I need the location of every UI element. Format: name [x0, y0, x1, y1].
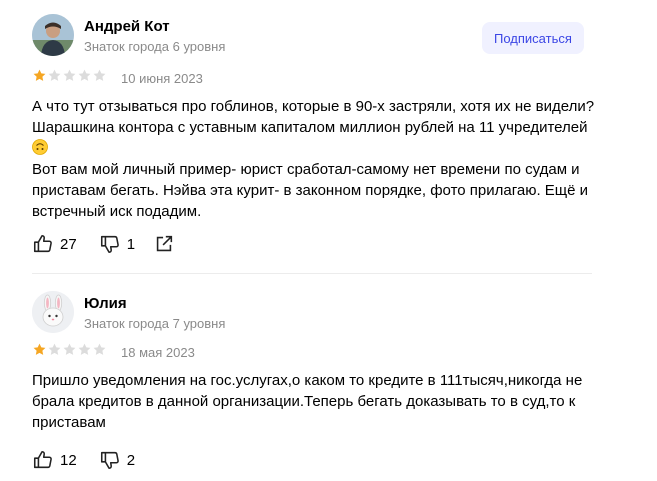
- thumbs-up-icon: [33, 234, 52, 253]
- dislike-button[interactable]: 2: [99, 449, 135, 471]
- subscribe-button[interactable]: Подписаться: [482, 22, 584, 54]
- star-empty-icon: [78, 69, 91, 81]
- dislike-count: 1: [126, 235, 136, 253]
- review-date: 10 июня 2023: [121, 70, 203, 86]
- star-empty-icon: [48, 69, 61, 81]
- dislike-count: 2: [126, 451, 136, 469]
- upside-down-face-emoji: [32, 139, 48, 155]
- thumbs-down-icon: [100, 235, 119, 254]
- review-text-part: А что тут отзываться про гоблинов, котор…: [32, 98, 599, 136]
- author-level: Знаток города 7 уровня: [84, 316, 226, 331]
- review-actions: 12 2: [32, 450, 157, 470]
- star-empty-icon: [78, 343, 91, 355]
- star-rating: [32, 342, 107, 362]
- like-button[interactable]: 27: [32, 233, 77, 255]
- thumbs-down-icon: [100, 451, 119, 470]
- share-icon: [156, 235, 173, 252]
- review-text-part: Вот вам мой личный пример- юрист сработа…: [32, 161, 589, 220]
- star-empty-icon: [63, 343, 76, 355]
- author-level: Знаток города 6 уровня: [84, 39, 226, 54]
- star-filled-icon: [33, 69, 46, 81]
- thumbs-up-icon: [33, 450, 52, 469]
- dislike-button[interactable]: 1: [99, 233, 135, 255]
- like-count: 27: [60, 235, 77, 253]
- avatar[interactable]: [32, 291, 74, 333]
- star-filled-icon: [33, 343, 46, 355]
- star-empty-icon: [93, 69, 106, 81]
- author-name[interactable]: Андрей Кот: [84, 18, 170, 35]
- avatar[interactable]: [32, 14, 74, 56]
- share-button[interactable]: [153, 233, 175, 255]
- star-empty-icon: [63, 69, 76, 81]
- star-empty-icon: [48, 343, 61, 355]
- bunny-avatar: [32, 291, 74, 333]
- like-button[interactable]: 12: [32, 449, 77, 471]
- like-count: 12: [60, 451, 77, 469]
- review-text: А что тут отзываться про гоблинов, котор…: [32, 96, 602, 222]
- star-rating: [32, 68, 107, 88]
- avatar-photo: [32, 14, 74, 56]
- review-date: 18 мая 2023: [121, 344, 195, 360]
- review-divider: [32, 273, 592, 274]
- review-text: Пришло уведомления на гос.услугах,о како…: [32, 372, 587, 431]
- star-empty-icon: [93, 343, 106, 355]
- author-name[interactable]: Юлия: [84, 295, 127, 312]
- review-actions: 27 1: [32, 234, 197, 254]
- rating-row: 10 июня 2023: [32, 68, 203, 88]
- rating-row: 18 мая 2023: [32, 342, 195, 362]
